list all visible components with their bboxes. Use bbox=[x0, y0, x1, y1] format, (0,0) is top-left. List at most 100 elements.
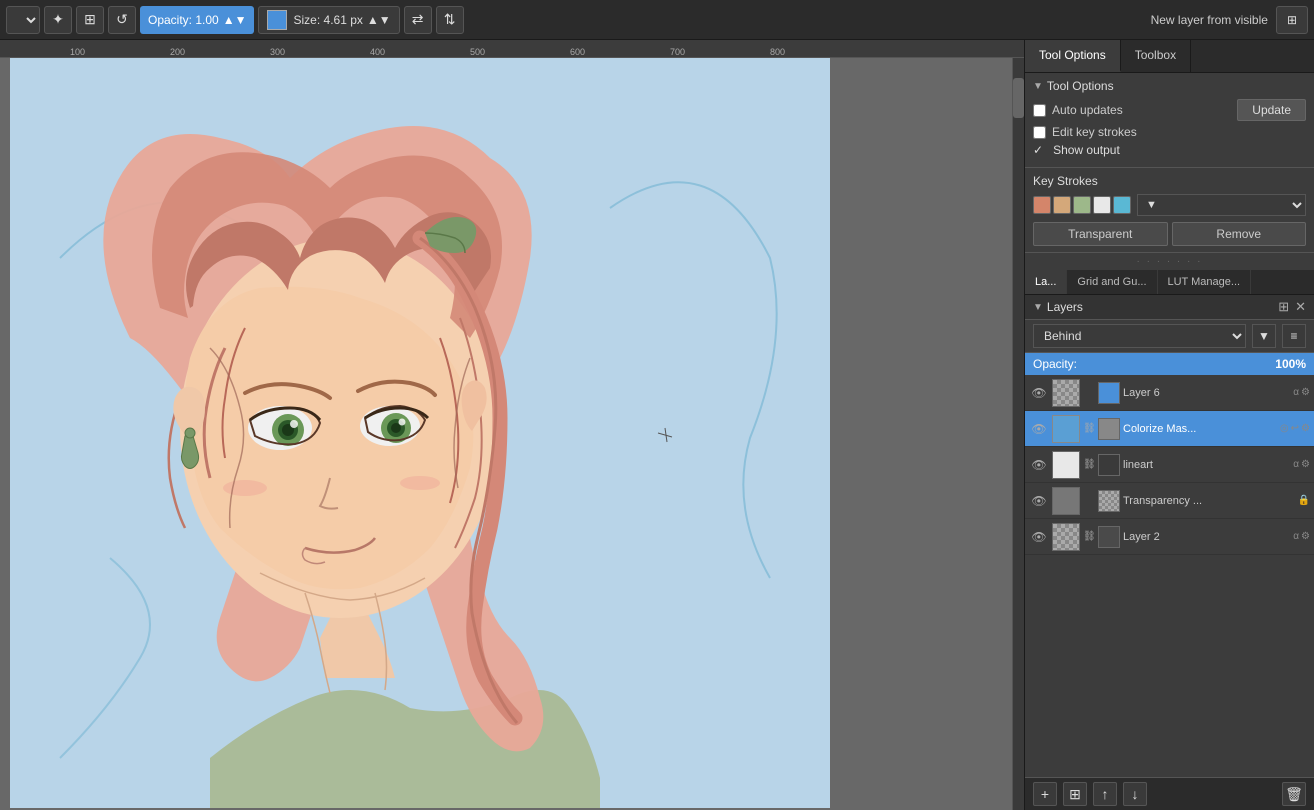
auto-updates-label[interactable]: Auto updates bbox=[1052, 103, 1123, 117]
layer-2-name: Layer 2 bbox=[1123, 531, 1290, 543]
layers-header: ▼ Layers ⊞ ✕ bbox=[1025, 295, 1314, 320]
layers-tab-layers[interactable]: La... bbox=[1025, 270, 1067, 294]
new-layer-label: New layer from visible bbox=[1151, 13, 1268, 27]
layers-collapse-arrow[interactable]: ▼ bbox=[1033, 302, 1043, 313]
blend-filter-btn2[interactable]: ≡ bbox=[1282, 324, 1306, 348]
artwork-canvas[interactable] bbox=[10, 58, 830, 808]
tool-btn-2[interactable]: ⊞ bbox=[76, 6, 104, 34]
ruler-mark-300: 300 bbox=[270, 47, 285, 57]
tool-options-title: Tool Options bbox=[1047, 79, 1114, 93]
keystrokes-buttons: Transparent Remove bbox=[1033, 222, 1306, 246]
blend-mode-row: Behind ▼ ≡ bbox=[1025, 320, 1314, 353]
layers-close-btn[interactable]: ✕ bbox=[1295, 299, 1306, 315]
layer-transparency-thumb2 bbox=[1098, 490, 1120, 512]
layers-tab-grid[interactable]: Grid and Gu... bbox=[1067, 270, 1157, 294]
ruler-mark-200: 200 bbox=[170, 47, 185, 57]
update-button[interactable]: Update bbox=[1237, 99, 1306, 121]
auto-updates-checkbox[interactable] bbox=[1033, 104, 1046, 117]
layer-move-up-btn[interactable]: ↑ bbox=[1093, 782, 1117, 806]
layer-item-6[interactable]: 👁 Layer 6 α ⚙ bbox=[1025, 375, 1314, 411]
swatch-4[interactable] bbox=[1113, 196, 1131, 214]
layer-copy-btn[interactable]: ⊞ bbox=[1063, 782, 1087, 806]
layer-blend-select[interactable]: Behind bbox=[1033, 324, 1246, 348]
layer-lineart-thumb bbox=[1052, 451, 1080, 479]
blend-mode-select[interactable]: Normal bbox=[6, 6, 40, 34]
edit-keystrokes-checkbox[interactable] bbox=[1033, 126, 1046, 139]
tool-options-header: ▼ Tool Options bbox=[1033, 79, 1306, 93]
size-display: Size: 4.61 px ▲▼ bbox=[258, 6, 399, 34]
tab-toolbox[interactable]: Toolbox bbox=[1121, 40, 1191, 72]
canvas-wrapper[interactable] bbox=[0, 58, 1012, 810]
layers-list: 👁 Layer 6 α ⚙ 👁 ⛓ bbox=[1025, 375, 1314, 777]
color-swatches-row: ▼ bbox=[1033, 194, 1306, 216]
layer-2-visibility[interactable]: 👁 bbox=[1029, 527, 1049, 547]
opacity-value: 1.00 bbox=[195, 13, 218, 27]
layers-tab-lut[interactable]: LUT Manage... bbox=[1158, 270, 1252, 294]
layer-6-thumb2 bbox=[1098, 382, 1120, 404]
layer-lineart-visibility[interactable]: 👁 bbox=[1029, 455, 1049, 475]
auto-updates-row: Auto updates Update bbox=[1033, 99, 1306, 121]
ruler-mark-700: 700 bbox=[670, 47, 685, 57]
edit-keystrokes-label[interactable]: Edit key strokes bbox=[1052, 125, 1137, 139]
layer-6-alpha[interactable]: α bbox=[1293, 387, 1299, 398]
tool-options-section: ▼ Tool Options Auto updates Update Edit … bbox=[1025, 73, 1314, 168]
swatch-dropdown[interactable]: ▼ bbox=[1137, 194, 1306, 216]
transparency-lock[interactable]: 🔒 bbox=[1298, 495, 1310, 506]
colorize-icon-1[interactable]: ◎ bbox=[1280, 423, 1289, 434]
layer-item-2[interactable]: 👁 ⛓ Layer 2 α ⚙ bbox=[1025, 519, 1314, 555]
flip-h-btn[interactable]: ⇄ bbox=[404, 6, 432, 34]
layer-6-thumb bbox=[1052, 379, 1080, 407]
layer-2-lock[interactable]: ⚙ bbox=[1301, 531, 1310, 542]
swatch-1[interactable] bbox=[1053, 196, 1071, 214]
layer-colorize-mask-thumb bbox=[1098, 418, 1120, 440]
layer-item-transparency[interactable]: 👁 Transparency ... 🔒 bbox=[1025, 483, 1314, 519]
blend-filter-btn[interactable]: ▼ bbox=[1252, 324, 1276, 348]
layer-2-alpha[interactable]: α bbox=[1293, 531, 1299, 542]
layer-transparency-visibility[interactable]: 👁 bbox=[1029, 491, 1049, 511]
horizontal-ruler: 100 200 300 400 500 600 700 800 bbox=[0, 40, 1024, 58]
show-output-label: Show output bbox=[1053, 143, 1120, 157]
layer-add-btn[interactable]: + bbox=[1033, 782, 1057, 806]
tool-btn-reset[interactable]: ↺ bbox=[108, 6, 136, 34]
edit-keystrokes-row: Edit key strokes bbox=[1033, 125, 1306, 139]
layer-opacity-value: 100% bbox=[1275, 357, 1306, 371]
layer-transparency-name: Transparency ... bbox=[1123, 495, 1295, 507]
layer-2-thumb bbox=[1052, 523, 1080, 551]
lineart-alpha[interactable]: α bbox=[1293, 459, 1299, 470]
layer-2-chain: ⛓ bbox=[1083, 531, 1095, 542]
colorize-icon-2[interactable]: ↩ bbox=[1291, 423, 1299, 434]
layers-copy-btn[interactable]: ⊞ bbox=[1278, 299, 1289, 315]
layer-6-icons: α ⚙ bbox=[1293, 387, 1310, 398]
transparent-button[interactable]: Transparent bbox=[1033, 222, 1168, 246]
tool-btn-1[interactable]: ✦ bbox=[44, 6, 72, 34]
layer-item-colorize[interactable]: 👁 ⛓ Colorize Mas... ◎ ↩ ⚙ bbox=[1025, 411, 1314, 447]
layer-6-name: Layer 6 bbox=[1123, 387, 1290, 399]
swatch-2[interactable] bbox=[1073, 196, 1091, 214]
layer-item-lineart[interactable]: 👁 ⛓ lineart α ⚙ bbox=[1025, 447, 1314, 483]
opacity-display: Opacity: 1.00 ▲▼ bbox=[140, 6, 254, 34]
vertical-scrollbar[interactable] bbox=[1012, 58, 1024, 810]
tab-tool-options[interactable]: Tool Options bbox=[1025, 40, 1121, 72]
swatch-0[interactable] bbox=[1033, 196, 1051, 214]
layer-delete-btn[interactable]: 🗑 bbox=[1282, 782, 1306, 806]
lineart-lock[interactable]: ⚙ bbox=[1301, 459, 1310, 470]
layer-6-visibility[interactable]: 👁 bbox=[1029, 383, 1049, 403]
opacity-arrows[interactable]: ▲▼ bbox=[223, 13, 247, 27]
collapse-arrow[interactable]: ▼ bbox=[1033, 81, 1043, 92]
layer-6-lock[interactable]: ⚙ bbox=[1301, 387, 1310, 398]
main-toolbar: Normal ✦ ⊞ ↺ Opacity: 1.00 ▲▼ Size: 4.61… bbox=[0, 0, 1314, 40]
new-layer-btn[interactable]: ⊞ bbox=[1276, 6, 1308, 34]
layers-title-group: ▼ Layers bbox=[1033, 300, 1083, 314]
layer-lineart-icons: α ⚙ bbox=[1293, 459, 1310, 470]
remove-button[interactable]: Remove bbox=[1172, 222, 1307, 246]
layer-transparency-icons: 🔒 bbox=[1298, 495, 1310, 506]
colorize-icon-3[interactable]: ⚙ bbox=[1301, 423, 1310, 434]
flip-v-btn[interactable]: ⇅ bbox=[436, 6, 464, 34]
scrollbar-thumb[interactable] bbox=[1013, 78, 1024, 118]
layers-tabs: La... Grid and Gu... LUT Manage... bbox=[1025, 270, 1314, 295]
size-arrows[interactable]: ▲▼ bbox=[367, 13, 391, 27]
panel-top-tabs: Tool Options Toolbox bbox=[1025, 40, 1314, 73]
layer-move-down-btn[interactable]: ↓ bbox=[1123, 782, 1147, 806]
layer-colorize-visibility[interactable]: 👁 bbox=[1029, 419, 1049, 439]
swatch-3[interactable] bbox=[1093, 196, 1111, 214]
